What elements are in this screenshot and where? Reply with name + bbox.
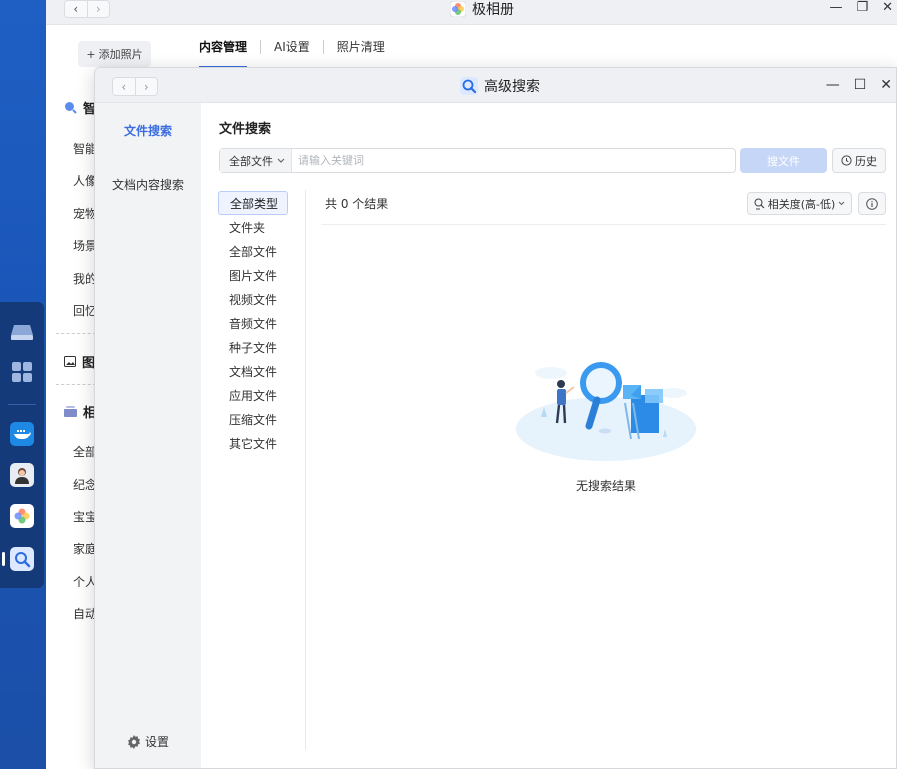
- back-button[interactable]: ‹: [113, 78, 135, 95]
- restore-button[interactable]: ❐: [856, 0, 868, 15]
- photos-tabs: 内容管理 AI设置 照片清理: [199, 38, 385, 68]
- close-button[interactable]: ✕: [880, 77, 892, 93]
- sidebar-section-album[interactable]: 相: [64, 402, 96, 421]
- chevron-down-icon: [838, 201, 845, 206]
- file-type-item[interactable]: 压缩文件: [218, 407, 306, 431]
- search-file-button[interactable]: 搜文件: [740, 148, 827, 173]
- results-divider: [321, 224, 886, 225]
- advanced-search-window: ‹ › 高级搜索 — ☐ ✕ 文件搜索 文档内容搜索 设置 文件搜索 全部文件 …: [94, 67, 897, 769]
- photos-nav-buttons: ‹ ›: [64, 0, 110, 18]
- info-button[interactable]: [858, 192, 886, 215]
- add-photo-label: 添加照片: [98, 48, 143, 61]
- back-button[interactable]: ‹: [65, 1, 87, 17]
- active-app-indicator: [2, 552, 5, 566]
- album-icon: [64, 406, 77, 417]
- sort-label: 相关度(高-低): [767, 197, 836, 211]
- file-type-item[interactable]: 全部类型: [218, 191, 288, 215]
- dock: [0, 302, 44, 588]
- forward-button[interactable]: ›: [134, 78, 158, 95]
- scope-dropdown[interactable]: 全部文件: [220, 149, 292, 172]
- tab-divider: [260, 39, 262, 54]
- sidebar-divider: [56, 384, 96, 385]
- clock-icon: [841, 155, 852, 166]
- empty-results-text: 无搜索结果: [575, 479, 636, 493]
- search-titlebar: ‹ › 高级搜索 — ☐ ✕: [95, 68, 896, 103]
- search-bar: 全部文件: [219, 148, 736, 173]
- gear-icon: [128, 734, 140, 749]
- tab-divider: [322, 39, 324, 54]
- close-button[interactable]: ✕: [882, 0, 893, 15]
- search-input[interactable]: [292, 154, 735, 167]
- file-type-item[interactable]: 应用文件: [218, 383, 306, 407]
- photos-title-text: 极相册: [472, 2, 514, 18]
- file-type-item[interactable]: 视频文件: [218, 287, 306, 311]
- search-window-title: 高级搜索: [460, 76, 540, 96]
- minimize-button[interactable]: —: [829, 0, 842, 15]
- file-type-item[interactable]: 种子文件: [218, 335, 306, 359]
- docker-icon[interactable]: [10, 422, 34, 446]
- image-icon: [64, 356, 76, 367]
- settings-button[interactable]: 设置: [127, 733, 169, 750]
- history-button[interactable]: 历史: [832, 148, 886, 173]
- tab-content-management[interactable]: 内容管理: [199, 38, 248, 68]
- search-app-icon: [460, 77, 478, 95]
- forward-button[interactable]: ›: [86, 1, 110, 17]
- search-icon: [65, 102, 77, 114]
- search-app-icon[interactable]: [10, 547, 34, 571]
- scope-value: 全部文件: [229, 154, 273, 168]
- file-type-item[interactable]: 全部文件: [218, 239, 306, 263]
- photos-window-title: 极相册: [450, 0, 514, 18]
- dock-divider: [8, 404, 36, 405]
- history-label: 历史: [855, 154, 877, 168]
- page-title: 文件搜索: [219, 122, 272, 137]
- search-window-controls: — ☐ ✕: [826, 77, 892, 93]
- maximize-button[interactable]: ☐: [854, 77, 867, 93]
- search-title-text: 高级搜索: [484, 79, 540, 95]
- empty-results-illustration: [516, 362, 696, 461]
- file-type-item[interactable]: 文件夹: [218, 215, 306, 239]
- search-sidebar: 文件搜索 文档内容搜索 设置: [95, 103, 201, 768]
- file-type-item[interactable]: 其它文件: [218, 431, 306, 455]
- sidebar-section-smart[interactable]: 智: [64, 98, 96, 117]
- info-icon: [866, 197, 878, 210]
- file-type-item[interactable]: 图片文件: [218, 263, 306, 287]
- tab-photo-cleanup[interactable]: 照片清理: [337, 38, 385, 55]
- chevron-down-icon: [277, 158, 285, 163]
- result-count: 共 0 个结果: [325, 197, 389, 211]
- panel-divider: [305, 190, 306, 750]
- add-photo-button[interactable]: + 添加照片: [78, 41, 151, 67]
- sidebar-item-file-search[interactable]: 文件搜索: [95, 122, 201, 139]
- plus-icon: +: [86, 47, 96, 61]
- user-avatar-icon[interactable]: [10, 463, 34, 487]
- file-type-item[interactable]: 文档文件: [218, 359, 306, 383]
- tab-ai-settings[interactable]: AI设置: [274, 38, 310, 55]
- sort-search-icon: [754, 198, 765, 209]
- photos-app-icon[interactable]: [10, 504, 34, 528]
- sort-dropdown[interactable]: 相关度(高-低): [747, 192, 852, 215]
- sidebar-divider: [56, 333, 96, 334]
- sidebar-section-gallery[interactable]: 图: [64, 352, 95, 371]
- apps-grid-icon[interactable]: [10, 360, 34, 384]
- file-type-list: 全部类型 文件夹 全部文件 图片文件 视频文件 音频文件 种子文件 文档文件 应…: [218, 191, 306, 455]
- photos-titlebar: ‹ › 极相册 — ❐ ✕: [46, 0, 897, 25]
- settings-label: 设置: [145, 735, 170, 749]
- search-nav-buttons: ‹ ›: [112, 77, 158, 96]
- sidebar-item-doc-content-search[interactable]: 文档内容搜索: [95, 176, 201, 193]
- photos-app-icon: [450, 1, 466, 17]
- minimize-button[interactable]: —: [826, 77, 840, 93]
- photos-window-controls: — ❐ ✕: [829, 0, 893, 15]
- file-type-item[interactable]: 音频文件: [218, 311, 306, 335]
- drive-icon[interactable]: [10, 320, 34, 344]
